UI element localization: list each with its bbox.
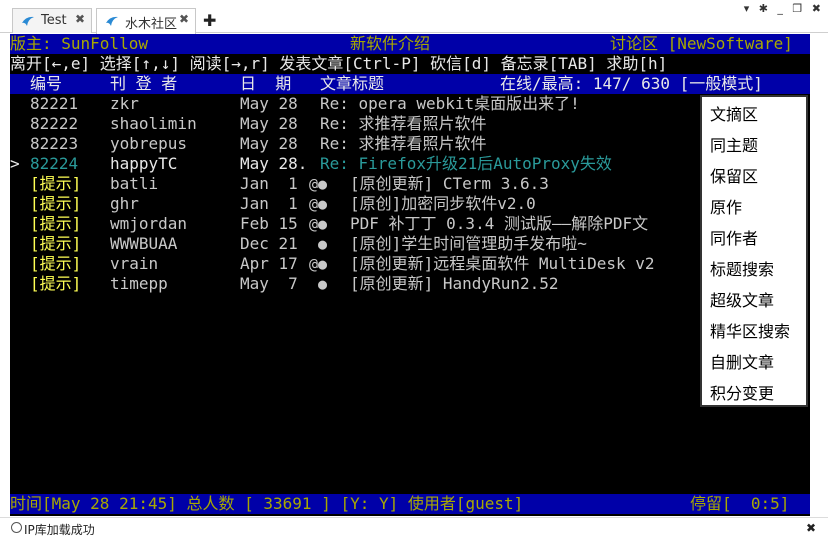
status-left: 时间[May 28 21:45] 总人数 [ 33691 ] [Y: Y] 使用…	[10, 494, 524, 513]
context-menu: 文摘区 同主题 保留区 原作 同作者 标题搜索 超级文章 精华区搜索 自删文章 …	[700, 95, 808, 407]
article-author: happyTC	[110, 154, 178, 173]
board-title: 新软件介绍	[350, 34, 431, 53]
menu-item-original[interactable]: 原作	[710, 192, 742, 223]
article-title: [原创]学生时间管理助手发布啦~	[350, 234, 587, 253]
article-date: May 28.	[240, 154, 308, 173]
new-tab-button[interactable]: ✚	[203, 11, 216, 30]
article-mark: @●	[309, 195, 328, 213]
tab-label: 水木社区	[125, 17, 178, 32]
swoosh-icon	[22, 16, 34, 26]
tab-test[interactable]: Test ✖	[12, 8, 92, 33]
article-date: Jan 1	[240, 194, 298, 213]
article-author: WWWBUAA	[110, 234, 178, 253]
article-num: 82222	[30, 114, 79, 133]
swoosh-icon	[106, 16, 118, 26]
article-num: 82223	[30, 134, 79, 153]
article-author: batli	[110, 174, 159, 193]
menu-item-same-topic[interactable]: 同主题	[710, 130, 758, 161]
article-title: Re: 求推荐看照片软件	[320, 114, 487, 133]
article-date: Apr 17	[240, 254, 298, 273]
status-message: IP库加载成功	[24, 523, 95, 537]
menu-item-collection-search[interactable]: 精华区搜索	[710, 316, 790, 347]
close-icon[interactable]: ✖	[806, 521, 816, 535]
article-author: shaolimin	[110, 114, 197, 133]
sticky-row[interactable]: [提示] vrain Apr 17 @● [原创更新]远程桌面软件 MultiD…	[10, 254, 810, 274]
tab-smth[interactable]: 水木社区 ✖	[96, 8, 196, 34]
app-status-bar: IP库加载成功 ✖	[0, 517, 828, 539]
article-author: wmjordan	[110, 214, 188, 233]
article-row[interactable]: 82221 zkr May 28 Re: opera webkit桌面版出来了!	[10, 94, 810, 114]
board-header: 版主: SunFollow 新软件介绍 讨论区 [NewSoftware]	[10, 34, 810, 54]
window-controls[interactable]: ▾ ✱ _ ❐ ✖	[744, 2, 824, 15]
article-title: Re: Firefox升级21后AutoProxy失效	[320, 154, 612, 173]
sticky-row[interactable]: [提示] batli Jan 1 @● [原创更新] CTerm 3.6.3	[10, 174, 810, 194]
row-cursor: >	[10, 154, 20, 173]
hint-tag: [提示]	[30, 234, 82, 253]
sticky-row[interactable]: [提示] ghr Jan 1 @● [原创]加密同步软件v2.0	[10, 194, 810, 214]
article-author: ghr	[110, 194, 139, 213]
close-icon[interactable]: ✖	[75, 12, 85, 26]
article-num: 82224	[30, 154, 79, 173]
hint-tag: [提示]	[30, 174, 82, 193]
hint-tag: [提示]	[30, 214, 82, 233]
close-icon[interactable]: ✖	[179, 12, 189, 26]
article-date: May 28	[240, 134, 298, 153]
status-right: 停留[ 0:5]	[690, 494, 790, 513]
info-icon	[11, 522, 22, 533]
article-row[interactable]: 82223 yobrepus May 28 Re: 求推荐看照片软件	[10, 134, 810, 154]
menu-item-self-delete[interactable]: 自删文章	[710, 347, 774, 378]
sticky-row[interactable]: [提示] WWWBUAA Dec 21 ● [原创]学生时间管理助手发布啦~	[10, 234, 810, 254]
sticky-row[interactable]: [提示] timepp May 7 ● [原创更新] HandyRun2.52	[10, 274, 810, 294]
column-header: 编号 刊 登 者 日 期 文章标题 在线/最高: 147/ 630 [一般模式]	[10, 74, 810, 94]
col-num: 编号	[30, 74, 63, 93]
article-title: Re: opera webkit桌面版出来了!	[320, 94, 580, 113]
article-author: yobrepus	[110, 134, 188, 153]
article-title: [原创]加密同步软件v2.0	[350, 194, 536, 213]
tab-bar: Test ✖ 水木社区 ✖ ✚ ▾ ✱ _ ❐ ✖	[0, 0, 828, 34]
article-mark: ●	[309, 275, 328, 293]
hint-tag: [提示]	[30, 194, 82, 213]
article-date: Dec 21	[240, 234, 298, 253]
article-row-selected[interactable]: > 82224 happyTC May 28. Re: Firefox升级21后…	[10, 154, 810, 174]
article-date: Jan 1	[240, 174, 298, 193]
article-row[interactable]: 82222 shaolimin May 28 Re: 求推荐看照片软件	[10, 114, 810, 134]
article-title: [原创更新] HandyRun2.52	[350, 274, 559, 293]
article-mark: @●	[309, 175, 328, 193]
terminal-screen[interactable]: 版主: SunFollow 新软件介绍 讨论区 [NewSoftware] 离开…	[10, 34, 810, 516]
menu-item-title-search[interactable]: 标题搜索	[710, 254, 774, 285]
col-title: 文章标题	[320, 74, 385, 93]
help-line: 离开[←,e] 选择[↑,↓] 阅读[→,r] 发表文章[Ctrl-P] 砍信[…	[10, 54, 668, 73]
menu-item-same-author[interactable]: 同作者	[710, 223, 758, 254]
article-author: vrain	[110, 254, 159, 273]
col-date: 日 期	[240, 74, 292, 93]
hint-tag: [提示]	[30, 274, 82, 293]
menu-item-digest[interactable]: 文摘区	[710, 99, 758, 130]
board-name: 讨论区 [NewSoftware]	[610, 34, 793, 53]
article-title: [原创更新] CTerm 3.6.3	[350, 174, 549, 193]
tab-label: Test	[41, 13, 67, 28]
menu-item-score-change[interactable]: 积分变更	[710, 378, 774, 409]
article-date: May 28	[240, 94, 298, 113]
sticky-row[interactable]: [提示] wmjordan Feb 15 @● PDF 补丁丁 0.3.4 测试…	[10, 214, 810, 234]
article-title: PDF 补丁丁 0.3.4 测试版——解除PDF文	[350, 214, 649, 233]
menu-item-super-article[interactable]: 超级文章	[710, 285, 774, 316]
article-title: Re: 求推荐看照片软件	[320, 134, 487, 153]
col-author: 刊 登 者	[110, 74, 178, 93]
article-date: Feb 15	[240, 214, 298, 233]
hint-tag: [提示]	[30, 254, 82, 273]
article-mark: @●	[309, 255, 328, 273]
article-date: May 28	[240, 114, 298, 133]
article-author: timepp	[110, 274, 168, 293]
article-date: May 7	[240, 274, 298, 293]
article-num: 82221	[30, 94, 79, 113]
article-author: zkr	[110, 94, 139, 113]
article-mark: @●	[309, 215, 328, 233]
status-line: 时间[May 28 21:45] 总人数 [ 33691 ] [Y: Y] 使用…	[10, 494, 810, 514]
article-title: [原创更新]远程桌面软件 MultiDesk v2	[350, 254, 655, 273]
article-mark: ●	[309, 235, 328, 253]
online-count: 在线/最高: 147/ 630 [一般模式]	[500, 74, 763, 93]
moderator-label: 版主: SunFollow	[10, 34, 148, 53]
menu-item-reserved[interactable]: 保留区	[710, 161, 758, 192]
